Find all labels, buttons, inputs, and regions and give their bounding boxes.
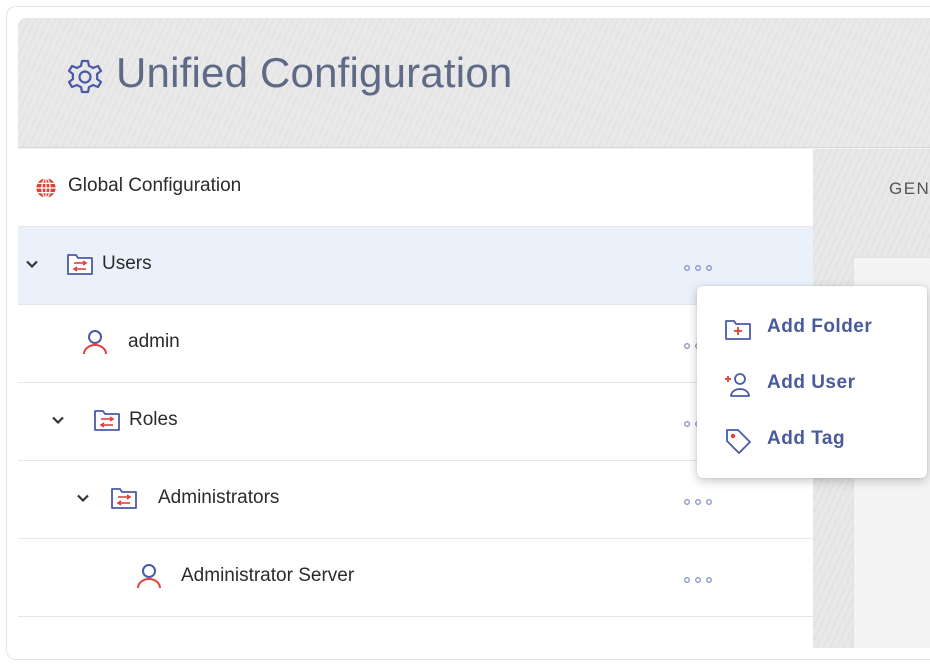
app-header: Unified Configuration	[18, 18, 930, 148]
tree-item-label: Roles	[129, 409, 178, 430]
menu-item-label: Add User	[767, 372, 856, 393]
tree-item-roles[interactable]: Roles	[18, 383, 813, 461]
more-options-icon[interactable]	[682, 497, 714, 507]
user-icon	[83, 330, 107, 355]
tree-item-administrator-server[interactable]: Administrator Server	[18, 539, 813, 617]
gear-icon	[67, 59, 103, 94]
folder-icon	[67, 254, 93, 275]
menu-item-add-folder[interactable]: Add Folder	[697, 300, 927, 356]
tree-item-label: Global Configuration	[68, 175, 242, 196]
chevron-down-icon[interactable]	[50, 412, 66, 428]
tree-item-administrators[interactable]: Administrators	[18, 461, 813, 539]
chevron-down-icon[interactable]	[24, 256, 40, 272]
tree-item-label: admin	[128, 331, 180, 352]
more-options-icon[interactable]	[682, 575, 714, 585]
tree-item-admin[interactable]: admin	[18, 305, 813, 383]
tab-general[interactable]: GEN	[889, 179, 930, 199]
tree-item-label: Administrator Server	[181, 565, 355, 586]
menu-item-add-user[interactable]: Add User	[697, 356, 927, 412]
app-title: Unified Configuration	[116, 49, 513, 96]
folder-icon	[94, 410, 120, 431]
menu-item-label: Add Folder	[767, 316, 873, 337]
user-icon	[137, 564, 161, 589]
folder-icon	[111, 488, 137, 509]
tree-item-label: Administrators	[158, 487, 280, 508]
tag-icon	[726, 429, 751, 454]
add-user-icon	[725, 373, 750, 397]
menu-item-label: Add Tag	[767, 428, 846, 449]
tree-item-global-configuration[interactable]: Global Configuration	[18, 149, 813, 227]
add-folder-icon	[725, 320, 751, 340]
tree-item-label: Users	[102, 253, 152, 274]
config-tree: Global Configuration Users admin Roles A…	[18, 149, 813, 648]
more-options-icon[interactable]	[682, 263, 714, 273]
context-menu: Add Folder Add User Add Tag	[697, 286, 927, 478]
chevron-down-icon[interactable]	[75, 490, 91, 506]
globe-icon	[36, 177, 56, 199]
tree-item-users[interactable]: Users	[18, 227, 813, 305]
menu-item-add-tag[interactable]: Add Tag	[697, 412, 927, 468]
